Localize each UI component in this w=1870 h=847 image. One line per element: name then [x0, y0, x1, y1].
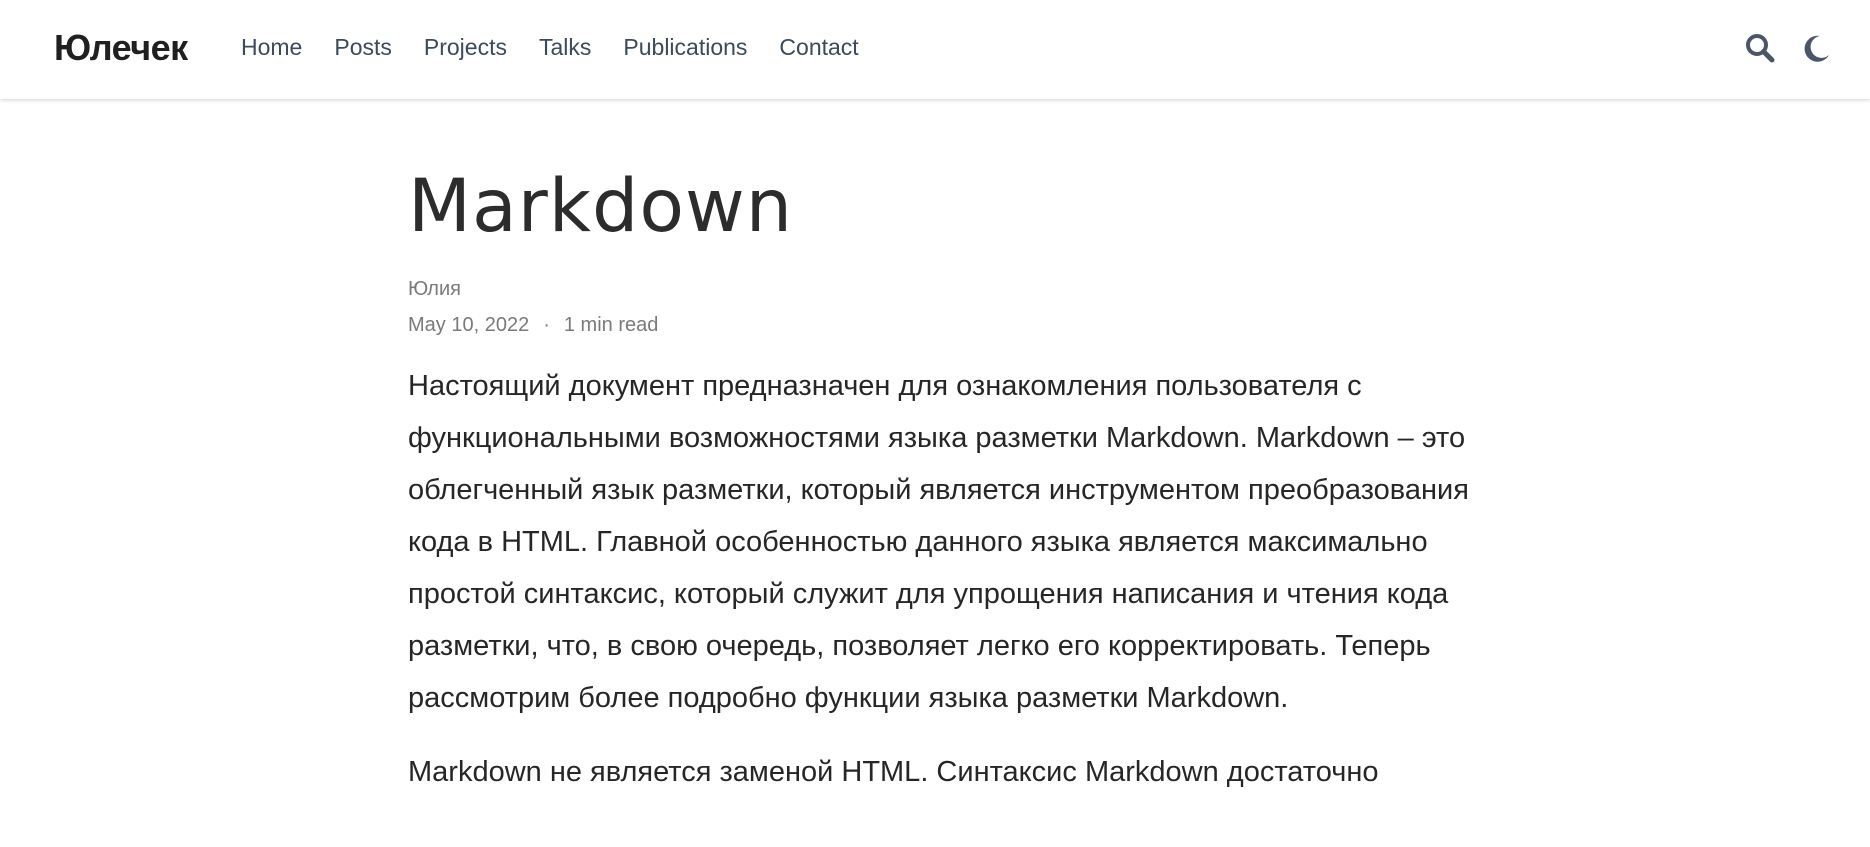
site-brand[interactable]: Юлечек: [54, 26, 188, 70]
navbar: Юлечек Home Posts Projects Talks Publica…: [0, 0, 1870, 99]
search-icon: [1746, 34, 1775, 63]
nav-link-contact[interactable]: Contact: [779, 30, 858, 64]
meta-separator: ·: [543, 314, 550, 336]
article-date: May 10, 2022: [408, 314, 530, 336]
nav-link-home[interactable]: Home: [241, 30, 302, 64]
article-paragraph: Markdown не является заменой HTML. Синта…: [408, 756, 1379, 788]
nav-link-projects[interactable]: Projects: [424, 30, 507, 64]
article: Markdown Юлия May 10, 2022 · 1 min read На…: [408, 160, 1488, 798]
search-button[interactable]: [1740, 28, 1780, 68]
nav-link-posts[interactable]: Posts: [334, 30, 392, 64]
nav-actions: [1740, 28, 1870, 68]
main-nav: Home Posts Projects Talks Publications C…: [241, 30, 891, 64]
page-title: Markdown: [408, 164, 793, 249]
theme-toggle-button[interactable]: [1796, 28, 1836, 68]
nav-link-talks[interactable]: Talks: [539, 30, 591, 64]
article-meta: May 10, 2022 · 1 min read: [408, 312, 1488, 338]
article-author[interactable]: Юлия: [408, 276, 1488, 302]
nav-link-publications[interactable]: Publications: [623, 30, 747, 64]
article-read-time: 1 min read: [563, 314, 659, 336]
article-paragraph: Настоящий документ предназначен для озна…: [408, 370, 1469, 714]
moon-icon: [1804, 35, 1829, 62]
